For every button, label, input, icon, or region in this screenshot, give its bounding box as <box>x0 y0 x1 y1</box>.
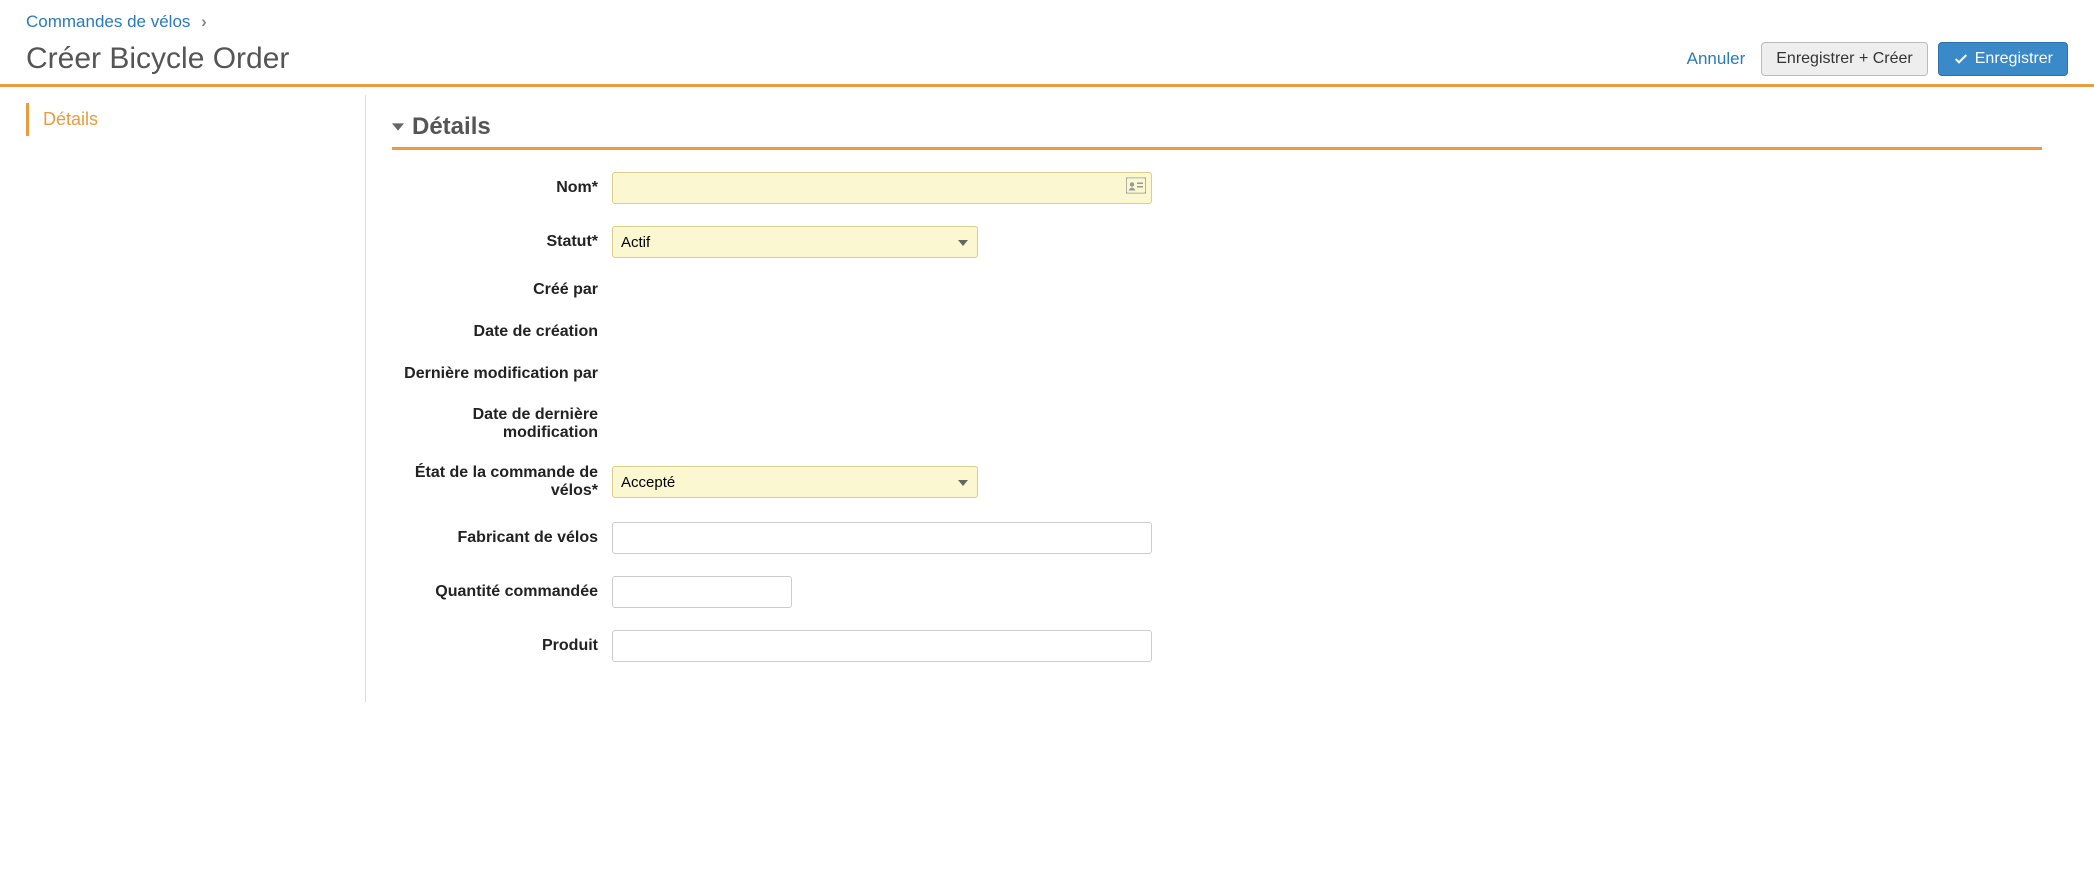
product-input[interactable] <box>612 630 1152 662</box>
breadcrumb-parent-link[interactable]: Commandes de vélos <box>26 12 190 31</box>
main-content: Détails Nom* Statut* <box>366 95 2068 702</box>
sidebar-tab-details[interactable]: Détails <box>26 103 365 136</box>
label-product: Produit <box>392 637 612 655</box>
label-order-state: État de la commande de vélos* <box>392 464 612 500</box>
label-created-date: Date de création <box>392 323 612 341</box>
header-actions: Annuler Enregistrer + Créer Enregistrer <box>1687 42 2068 76</box>
manufacturer-input[interactable] <box>612 522 1152 554</box>
cancel-link[interactable]: Annuler <box>1687 49 1746 69</box>
page-title: Créer Bicycle Order <box>26 42 289 76</box>
id-card-icon[interactable] <box>1126 178 1146 199</box>
save-button-label: Enregistrer <box>1975 50 2053 68</box>
name-input[interactable] <box>612 172 1152 204</box>
quantity-input[interactable] <box>612 576 792 608</box>
save-and-create-button[interactable]: Enregistrer + Créer <box>1761 42 1928 76</box>
label-modified-date: Date de dernière modification <box>392 406 612 442</box>
section-title: Détails <box>412 113 491 141</box>
sidebar: Détails <box>26 95 366 702</box>
label-name: Nom* <box>392 179 612 197</box>
label-created-by: Créé par <box>392 281 612 299</box>
check-icon <box>1953 51 1969 67</box>
save-button[interactable]: Enregistrer <box>1938 42 2068 76</box>
chevron-right-icon: › <box>201 12 207 31</box>
label-modified-by: Dernière modification par <box>392 365 612 383</box>
section-divider <box>392 147 2042 150</box>
section-header[interactable]: Détails <box>392 113 2042 147</box>
order-state-select[interactable] <box>612 466 978 498</box>
status-select[interactable] <box>612 226 978 258</box>
breadcrumb: Commandes de vélos › <box>26 8 2068 42</box>
label-status: Statut* <box>392 233 612 251</box>
caret-down-icon <box>392 121 404 133</box>
label-quantity: Quantité commandée <box>392 583 612 601</box>
label-manufacturer: Fabricant de vélos <box>392 529 612 547</box>
